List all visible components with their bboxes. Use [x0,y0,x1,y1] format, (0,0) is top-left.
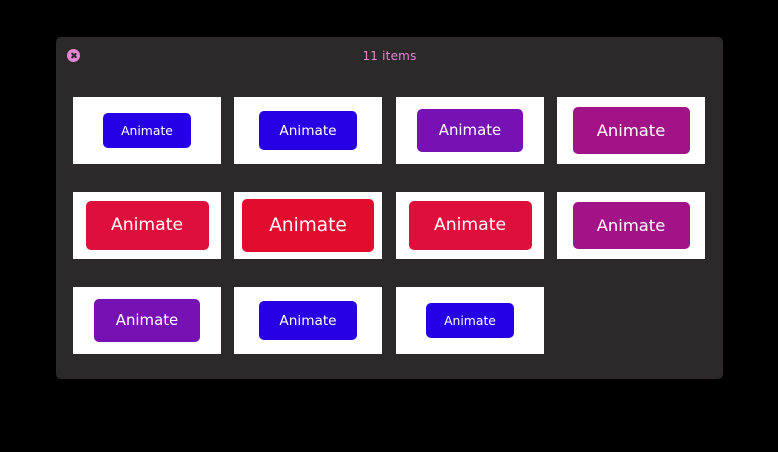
frame-tile-5[interactable]: Animate [73,192,221,259]
animate-button[interactable]: Animate [416,109,524,152]
animate-button[interactable]: Animate [242,199,374,252]
frame-tile-1[interactable]: Animate [73,97,221,164]
animate-button[interactable]: Animate [572,107,690,154]
animate-button[interactable]: Animate [102,112,192,149]
animate-button[interactable]: Animate [93,299,201,342]
window-title: 11 items [362,49,417,63]
animate-button[interactable]: Animate [259,301,357,340]
animate-button[interactable]: Animate [85,200,209,251]
animate-button[interactable]: Animate [408,200,532,251]
frame-tile-4[interactable]: Animate [557,97,705,164]
frame-tile-7[interactable]: Animate [396,192,544,259]
frame-tile-2[interactable]: Animate [234,97,382,164]
animate-button[interactable]: Animate [425,302,515,339]
animate-button[interactable]: Animate [259,111,357,150]
preview-window: 11 items Animate Animate Animate Animate… [56,37,723,379]
frame-tile-10[interactable]: Animate [234,287,382,354]
frame-tile-3[interactable]: Animate [396,97,544,164]
animate-button[interactable]: Animate [572,202,690,249]
frame-tile-8[interactable]: Animate [557,192,705,259]
frame-tile-11[interactable]: Animate [396,287,544,354]
frame-tile-6[interactable]: Animate [234,192,382,259]
animation-frames-grid: Animate Animate Animate Animate Animate … [73,97,705,354]
frame-tile-9[interactable]: Animate [73,287,221,354]
